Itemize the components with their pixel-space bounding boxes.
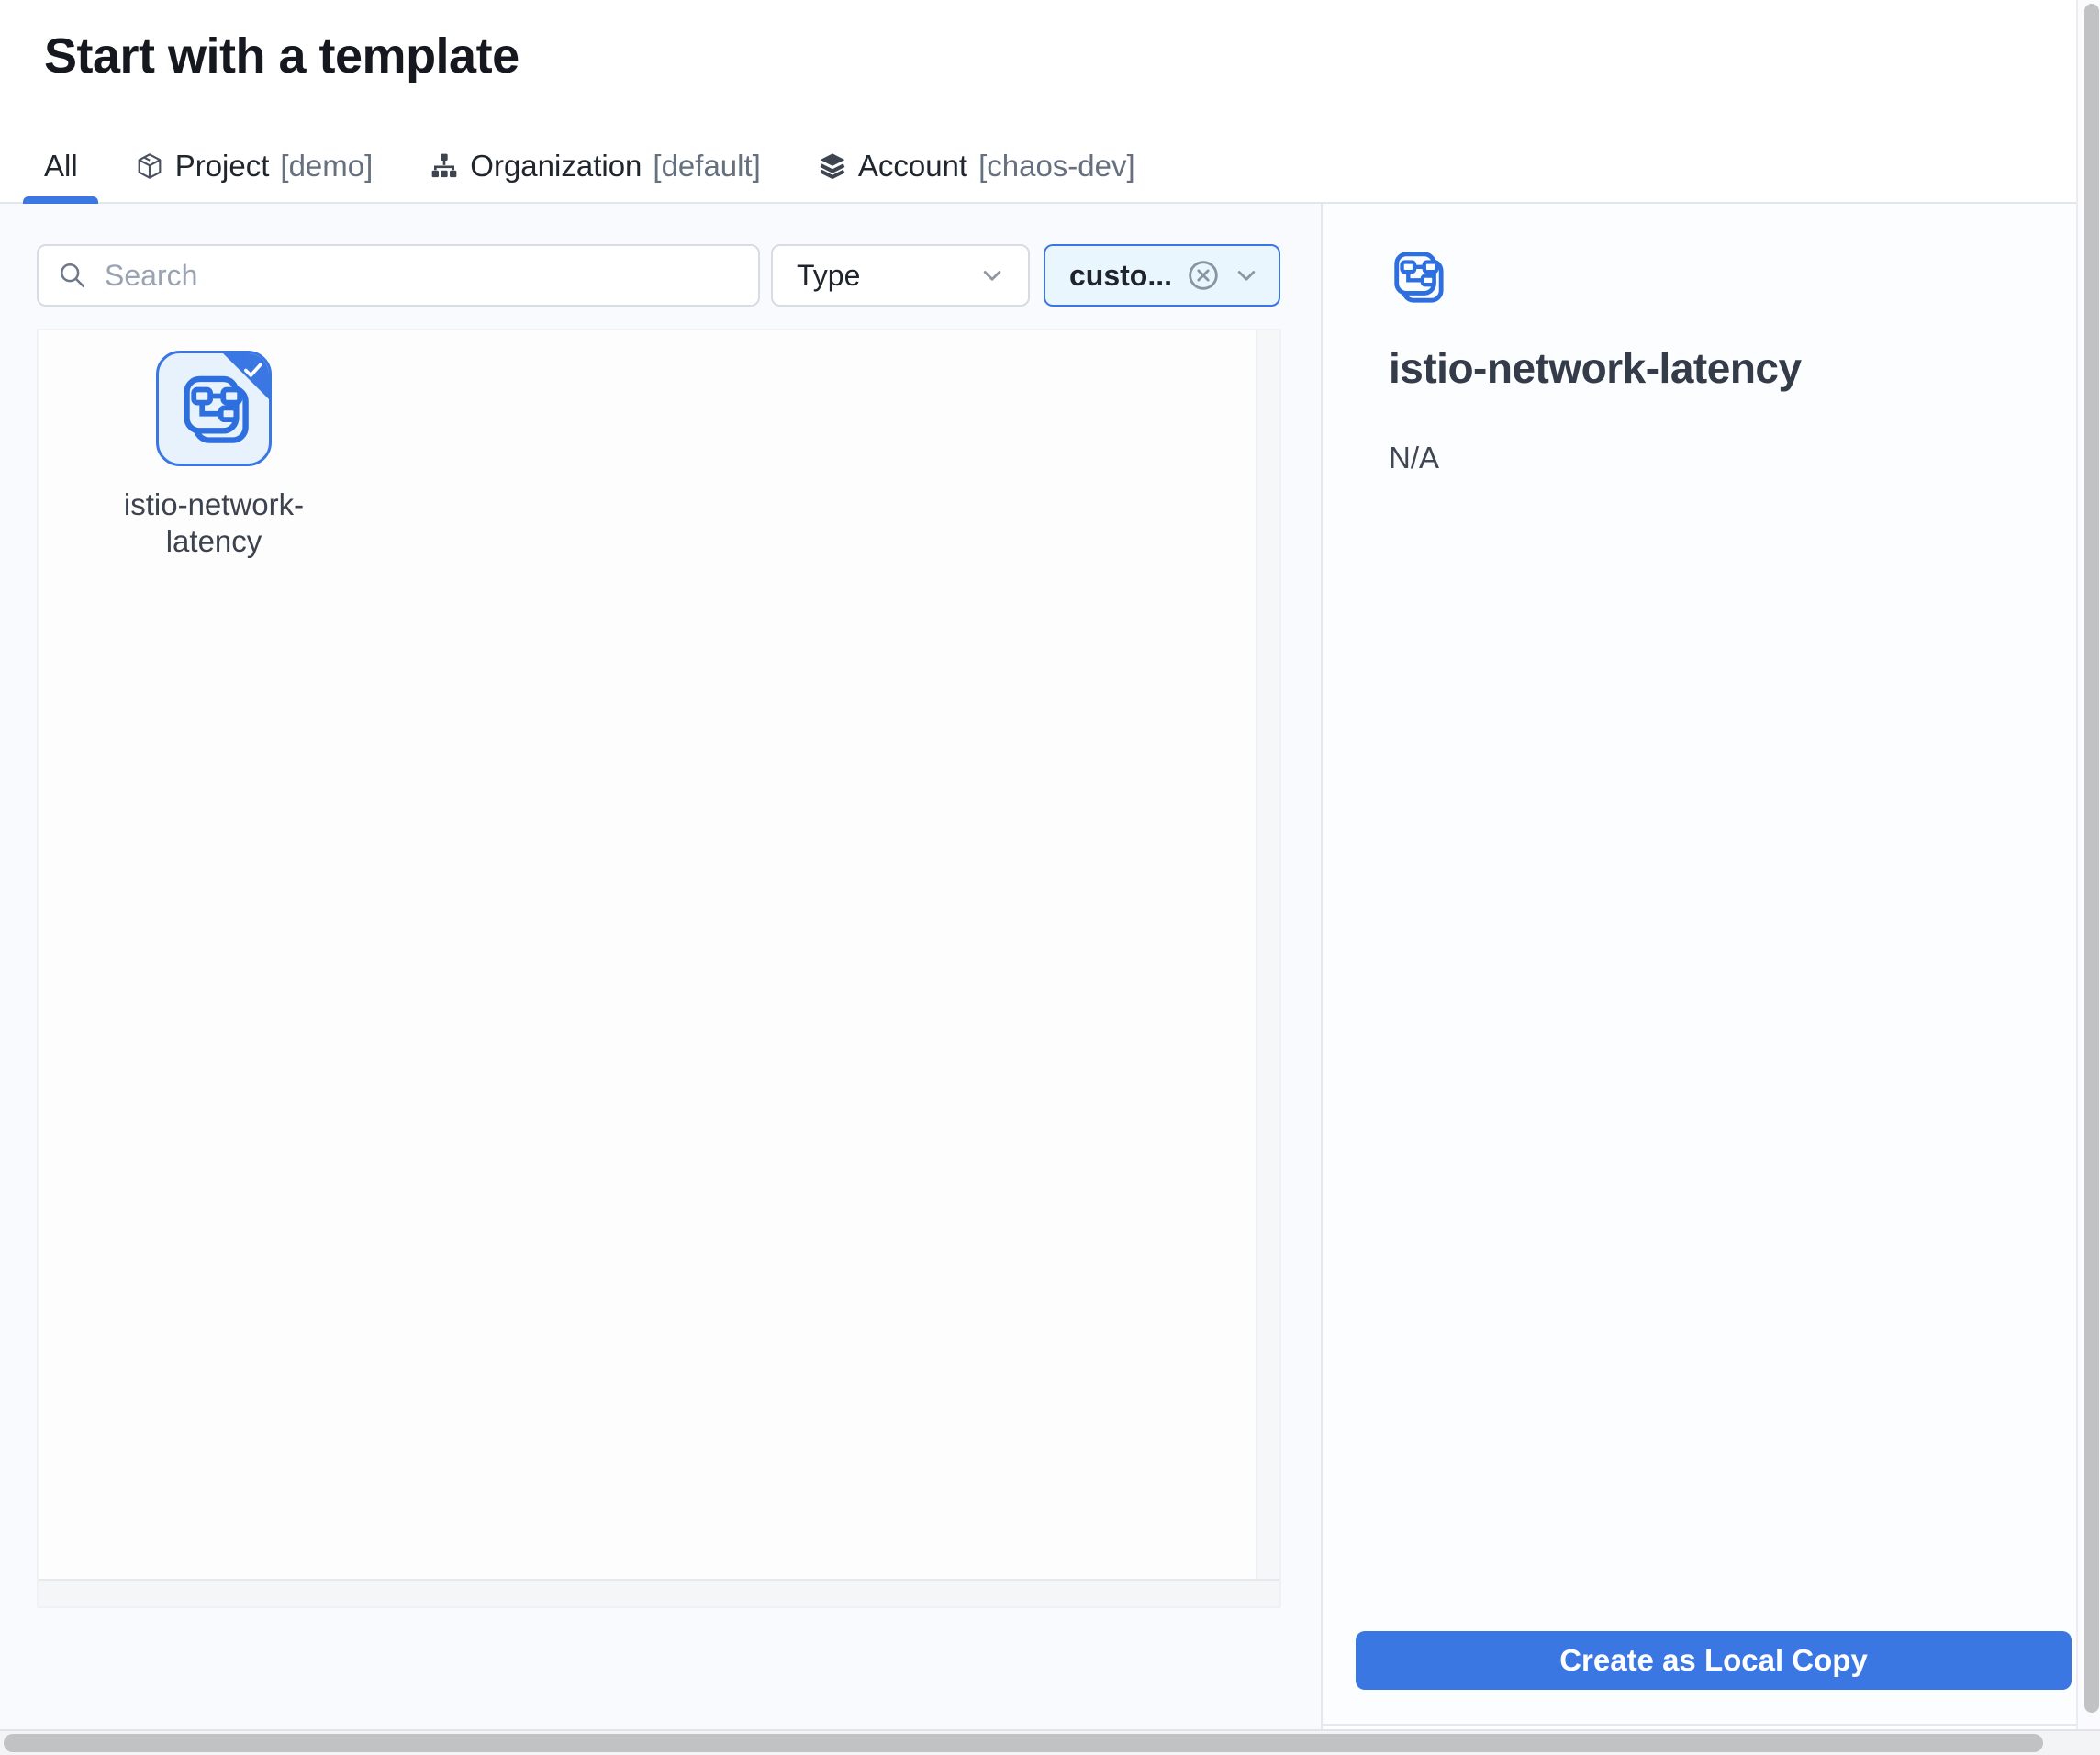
template-workflow-icon [1389, 248, 1446, 305]
clear-filter-icon[interactable] [1185, 257, 1222, 294]
template-tile [156, 351, 272, 466]
tab-organization[interactable]: Organization [default] [430, 130, 761, 202]
tab-account[interactable]: Account [chaos-dev] [818, 130, 1135, 202]
chevron-down-icon [1231, 260, 1262, 291]
search-icon [57, 260, 88, 291]
template-card-label: istio-network-latency [113, 486, 315, 560]
grid-scrollbar-track[interactable] [1256, 330, 1279, 1579]
create-local-copy-button[interactable]: Create as Local Copy [1356, 1631, 2072, 1690]
dialog-header: Start with a template All Project [demo] [0, 0, 2098, 204]
custom-filter-value: custo... [1069, 259, 1172, 293]
search-input-box[interactable] [37, 244, 760, 307]
vertical-scrollbar-thumb[interactable] [2084, 4, 2099, 1713]
grid-footer [39, 1579, 1279, 1606]
search-input[interactable] [103, 258, 740, 294]
horizontal-scrollbar[interactable] [0, 1729, 2100, 1755]
selected-check-icon [241, 358, 265, 382]
template-details-panel: istio-network-latency N/A Create as Loca… [1323, 204, 2100, 1726]
tab-account-label: Account [858, 149, 967, 184]
cube-icon [135, 151, 164, 181]
template-grid: istio-network-latency [37, 329, 1281, 1608]
template-description: N/A [1389, 441, 1439, 475]
tab-account-scope: [chaos-dev] [978, 149, 1135, 184]
tab-project[interactable]: Project [demo] [135, 130, 374, 202]
horizontal-scrollbar-thumb[interactable] [4, 1734, 2043, 1752]
active-tab-underline [23, 196, 98, 204]
start-with-template-dialog: Start with a template All Project [demo] [0, 0, 2100, 1755]
tab-organization-scope: [default] [653, 149, 760, 184]
tab-organization-label: Organization [470, 149, 642, 184]
chevron-down-icon [977, 260, 1008, 291]
scope-tabs: All Project [demo] [44, 130, 1135, 202]
page-title: Start with a template [44, 28, 519, 84]
tab-all[interactable]: All [44, 130, 78, 202]
type-filter-label: Type [797, 259, 860, 293]
tab-project-label: Project [175, 149, 270, 184]
template-title: istio-network-latency [1389, 343, 1802, 393]
vertical-scrollbar[interactable] [2076, 0, 2100, 1729]
type-filter-dropdown[interactable]: Type [771, 244, 1030, 307]
template-card[interactable]: istio-network-latency [113, 351, 315, 560]
custom-filter-dropdown[interactable]: custo... [1044, 244, 1280, 307]
tab-project-scope: [demo] [280, 149, 373, 184]
org-chart-icon [430, 151, 459, 181]
template-browser-panel: Type custo... [0, 204, 1323, 1729]
tab-all-label: All [44, 149, 78, 184]
layers-icon [818, 151, 847, 181]
